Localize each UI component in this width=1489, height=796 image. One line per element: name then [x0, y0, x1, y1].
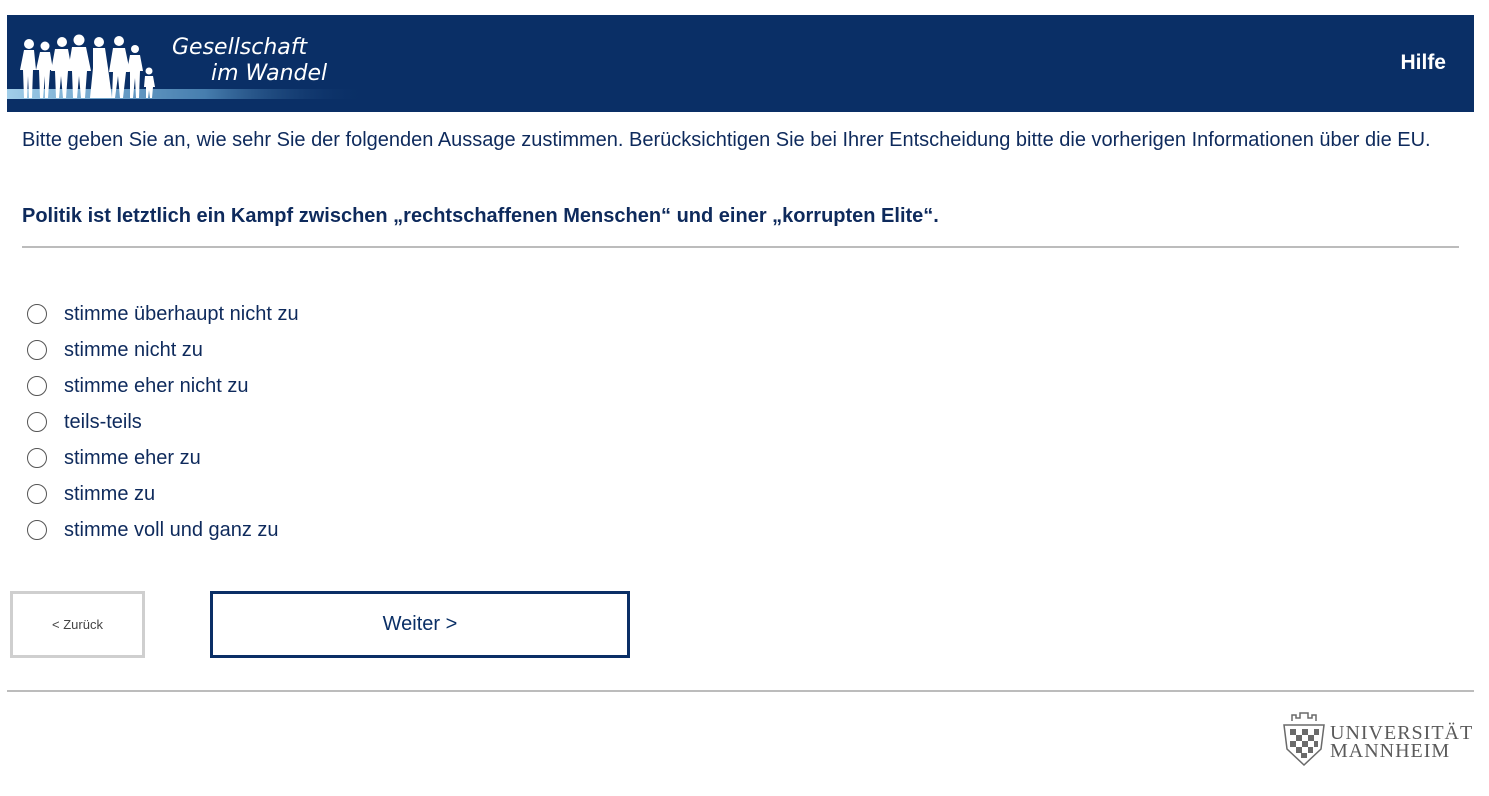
radio-button[interactable] [27, 484, 47, 504]
option-label: teils-teils [64, 410, 142, 433]
option-label: stimme zu [64, 482, 156, 505]
option-stimme-eher-zu[interactable]: stimme eher zu [27, 440, 299, 476]
next-button[interactable]: Weiter > [210, 591, 630, 658]
option-stimme-voll-und-ganz-zu[interactable]: stimme voll und ganz zu [27, 512, 299, 548]
option-label: stimme eher zu [64, 446, 201, 469]
option-stimme-eher-nicht-zu[interactable]: stimme eher nicht zu [27, 368, 299, 404]
university-name-line-2: MANNHEIM [1330, 740, 1451, 762]
back-button[interactable]: < Zurück [10, 591, 145, 658]
footer-divider [7, 690, 1474, 692]
option-stimme-ueberhaupt-nicht-zu[interactable]: stimme überhaupt nicht zu [27, 296, 299, 332]
radio-button[interactable] [27, 376, 47, 396]
universitaet-mannheim-logo: UNIVERSITÄT MANNHEIM [1278, 711, 1478, 771]
option-label: stimme eher nicht zu [64, 374, 249, 397]
option-teils-teils[interactable]: teils-teils [27, 404, 299, 440]
radio-button[interactable] [27, 304, 47, 324]
radio-button[interactable] [27, 340, 47, 360]
question-statement: Politik ist letztlich ein Kampf zwischen… [22, 205, 939, 227]
instruction-text: Bitte geben Sie an, wie sehr Sie der fol… [22, 129, 1431, 151]
option-label: stimme überhaupt nicht zu [64, 302, 299, 325]
university-name: UNIVERSITÄT MANNHEIM [1330, 723, 1473, 762]
university-crest-icon [1283, 712, 1325, 767]
logo-line-2: im Wandel [211, 61, 328, 86]
radio-button[interactable] [27, 448, 47, 468]
option-label: stimme nicht zu [64, 338, 203, 361]
help-link[interactable]: Hilfe [1400, 51, 1446, 75]
radio-button[interactable] [27, 520, 47, 540]
divider [22, 246, 1459, 248]
radio-button[interactable] [27, 412, 47, 432]
option-stimme-nicht-zu[interactable]: stimme nicht zu [27, 332, 299, 368]
logo-line-1: Gesellschaft [172, 35, 308, 60]
header-bar: Gesellschaft im Wandel Hilfe [7, 15, 1474, 112]
option-label: stimme voll und ganz zu [64, 518, 279, 541]
gesellschaft-im-wandel-logo: Gesellschaft im Wandel [7, 15, 367, 112]
logo-wordmark: Gesellschaft im Wandel [172, 35, 327, 87]
answer-options: stimme überhaupt nicht zu stimme nicht z… [27, 296, 299, 548]
option-stimme-zu[interactable]: stimme zu [27, 476, 299, 512]
